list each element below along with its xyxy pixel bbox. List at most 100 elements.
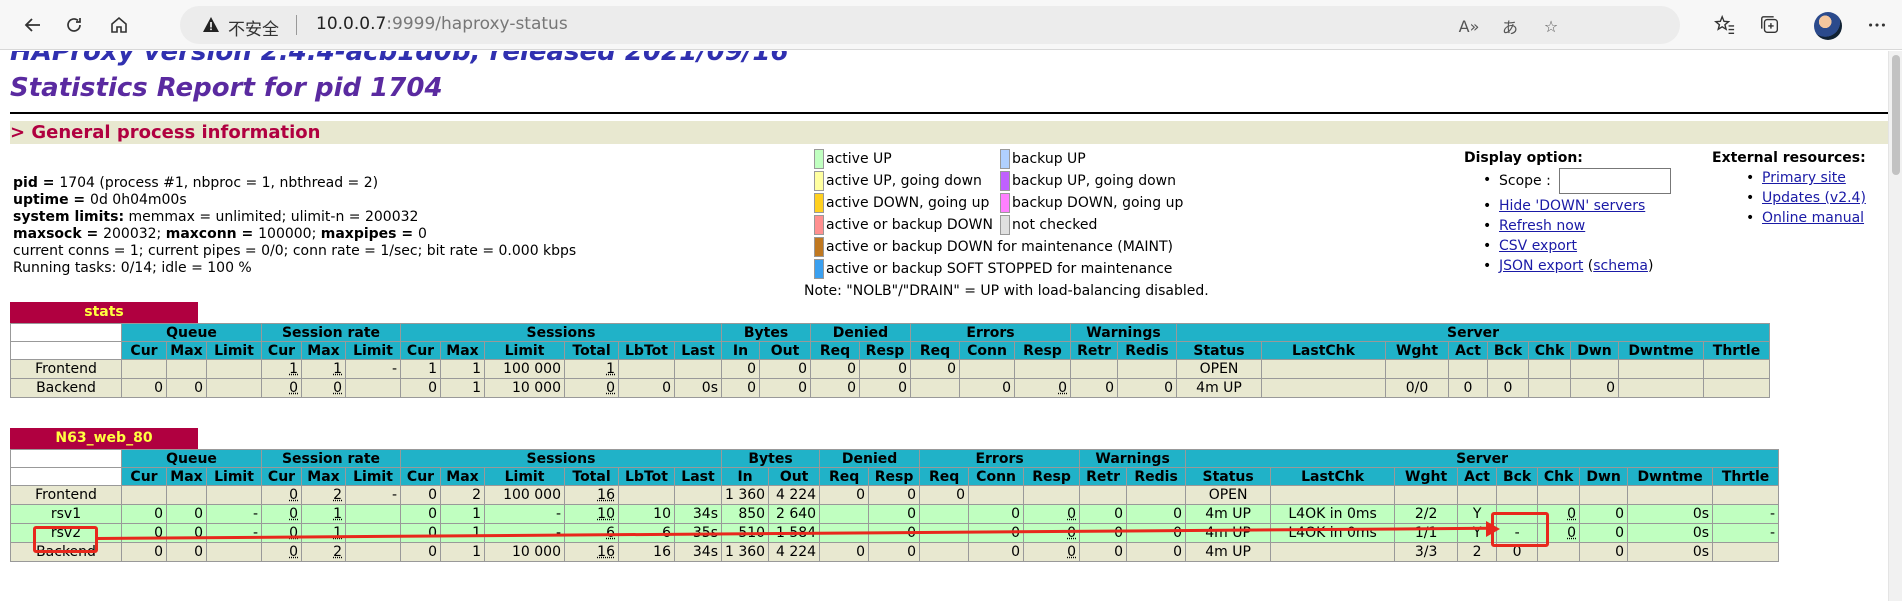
table-cell[interactable]: 1 [564, 359, 619, 379]
table-cell [674, 485, 722, 505]
table-cell[interactable]: 0 [261, 542, 302, 562]
cell-value: Y [1472, 506, 1482, 522]
row-name[interactable]: Frontend [10, 485, 122, 505]
add-favorite-icon[interactable]: ☆ [1540, 15, 1562, 37]
table-cell: - [484, 504, 565, 524]
cell-value: 10 000 [512, 544, 561, 560]
table-cell: 0 [1079, 542, 1128, 562]
table-cell[interactable]: 2 [301, 485, 346, 505]
read-aloud-icon[interactable]: A» [1458, 15, 1480, 37]
display-options-title: Display option: [1464, 150, 1583, 166]
cell-value: 0s [1692, 525, 1710, 541]
column-header: Status [1176, 341, 1262, 360]
json-item: JSON export (schema) [1483, 256, 1671, 276]
group-header: Warnings [1079, 449, 1187, 468]
table-cell[interactable]: 1 [301, 523, 346, 543]
table-cell[interactable]: 10 [564, 504, 619, 524]
proxy-name-stats[interactable]: stats [10, 302, 198, 323]
table-cell: - [206, 504, 262, 524]
table-cell: 0 [919, 485, 970, 505]
refresh-icon[interactable] [58, 9, 90, 41]
table-cell[interactable]: 0 [261, 378, 302, 398]
row-name[interactable]: Backend [10, 378, 122, 398]
table-cell[interactable]: 0 [261, 523, 302, 543]
column-header: Thrtle [1703, 341, 1770, 360]
table-cell[interactable]: 0 [1014, 378, 1071, 398]
column-header: Limit [206, 467, 262, 486]
column-header: Dwntme [1618, 341, 1704, 360]
legend-label: not checked [1012, 217, 1098, 233]
address-bar[interactable]: 不安全 10.0.0.7:9999/haproxy-status A» あ ☆ [180, 6, 1680, 44]
cell-value: 0 [428, 525, 437, 541]
url-path: :9999/haproxy-status [386, 14, 568, 34]
csv-export-link[interactable]: CSV export [1499, 238, 1577, 254]
table-cell[interactable]: 1 [301, 359, 346, 379]
online-manual-link[interactable]: Online manual [1762, 210, 1864, 226]
row-name-text: Backend [36, 380, 96, 396]
legend-note: Note: "NOLB"/"DRAIN" = UP with load-bala… [804, 283, 1209, 299]
table-cell[interactable]: 0 [261, 504, 302, 524]
cell-value: 4m UP [1205, 506, 1251, 522]
cell-value: 16 [653, 544, 671, 560]
cell-value: - [391, 487, 397, 503]
collections-icon[interactable] [1758, 13, 1782, 37]
table-cell[interactable]: 2 [301, 542, 346, 562]
column-header: LastChk [1261, 341, 1386, 360]
external-resources: External resources: Primary site Updates… [1712, 148, 1866, 228]
cell-value: 0 [428, 544, 437, 560]
table-cell: 4 224 [768, 485, 821, 505]
page-scrollbar[interactable] [1888, 51, 1902, 601]
json-export-link[interactable]: JSON export [1499, 258, 1583, 274]
table-cell[interactable]: 1 [261, 359, 302, 379]
cell-value: 0 [154, 544, 163, 560]
cell-value: 10 [597, 506, 615, 522]
table-cell[interactable]: 16 [564, 485, 619, 505]
schema-link[interactable]: schema [1593, 258, 1648, 274]
back-icon[interactable] [17, 9, 49, 41]
uptime-value: 0d 0h04m00s [90, 192, 187, 208]
hide-down-link[interactable]: Hide 'DOWN' servers [1499, 198, 1645, 214]
table-cell [618, 485, 675, 505]
table-cell[interactable]: 0 [301, 378, 346, 398]
table-cell [1627, 485, 1714, 505]
primary-site-link[interactable]: Primary site [1762, 170, 1846, 186]
table-cell: 0 [868, 485, 921, 505]
table-cell: 2 [440, 485, 485, 505]
table-cell[interactable]: 1 [301, 504, 346, 524]
insecure-label[interactable]: 不安全 [228, 15, 279, 40]
cell-value: 0s [1692, 544, 1710, 560]
table-cell: 0s [1627, 542, 1714, 562]
cell-value: 0 [1615, 506, 1625, 522]
table-cell[interactable]: 0 [1023, 542, 1081, 562]
cell-value: 100 000 [503, 361, 561, 377]
table-cell [618, 359, 675, 379]
cell-value: 2/2 [1414, 506, 1438, 522]
table-cell: 0 [1117, 378, 1177, 398]
url-text[interactable]: 10.0.0.7:9999/haproxy-status [316, 14, 568, 34]
more-menu-icon[interactable] [1865, 13, 1889, 37]
cell-value: 0 [856, 544, 866, 560]
profile-avatar[interactable] [1814, 12, 1842, 40]
table-cell: - [345, 359, 401, 379]
table-cell [968, 485, 1025, 505]
row-name[interactable]: rsv1 [10, 504, 122, 524]
home-icon[interactable] [103, 9, 135, 41]
cell-value: 4m UP [1205, 525, 1251, 541]
updates-link[interactable]: Updates (v2.4) [1762, 190, 1866, 206]
proxy-name-web[interactable]: N63_web_80 [10, 428, 198, 449]
cell-value: 0 [1173, 506, 1183, 522]
group-header: Bytes [720, 449, 821, 468]
table-cell[interactable]: 0 [1023, 504, 1081, 524]
table-cell: 100 000 [484, 359, 565, 379]
row-name[interactable]: Frontend [10, 359, 122, 379]
scope-input[interactable] [1559, 168, 1672, 194]
table-cell[interactable]: 0 [564, 378, 619, 398]
translate-icon[interactable]: あ [1499, 15, 1521, 37]
favorites-icon[interactable] [1712, 13, 1736, 37]
cell-value: 0s [701, 380, 718, 396]
refresh-now-link[interactable]: Refresh now [1499, 218, 1585, 234]
table-cell[interactable]: 0 [261, 485, 302, 505]
table-cell[interactable]: 16 [564, 542, 619, 562]
cell-value: 0 [1567, 525, 1577, 541]
scrollbar-thumb[interactable] [1892, 55, 1900, 175]
